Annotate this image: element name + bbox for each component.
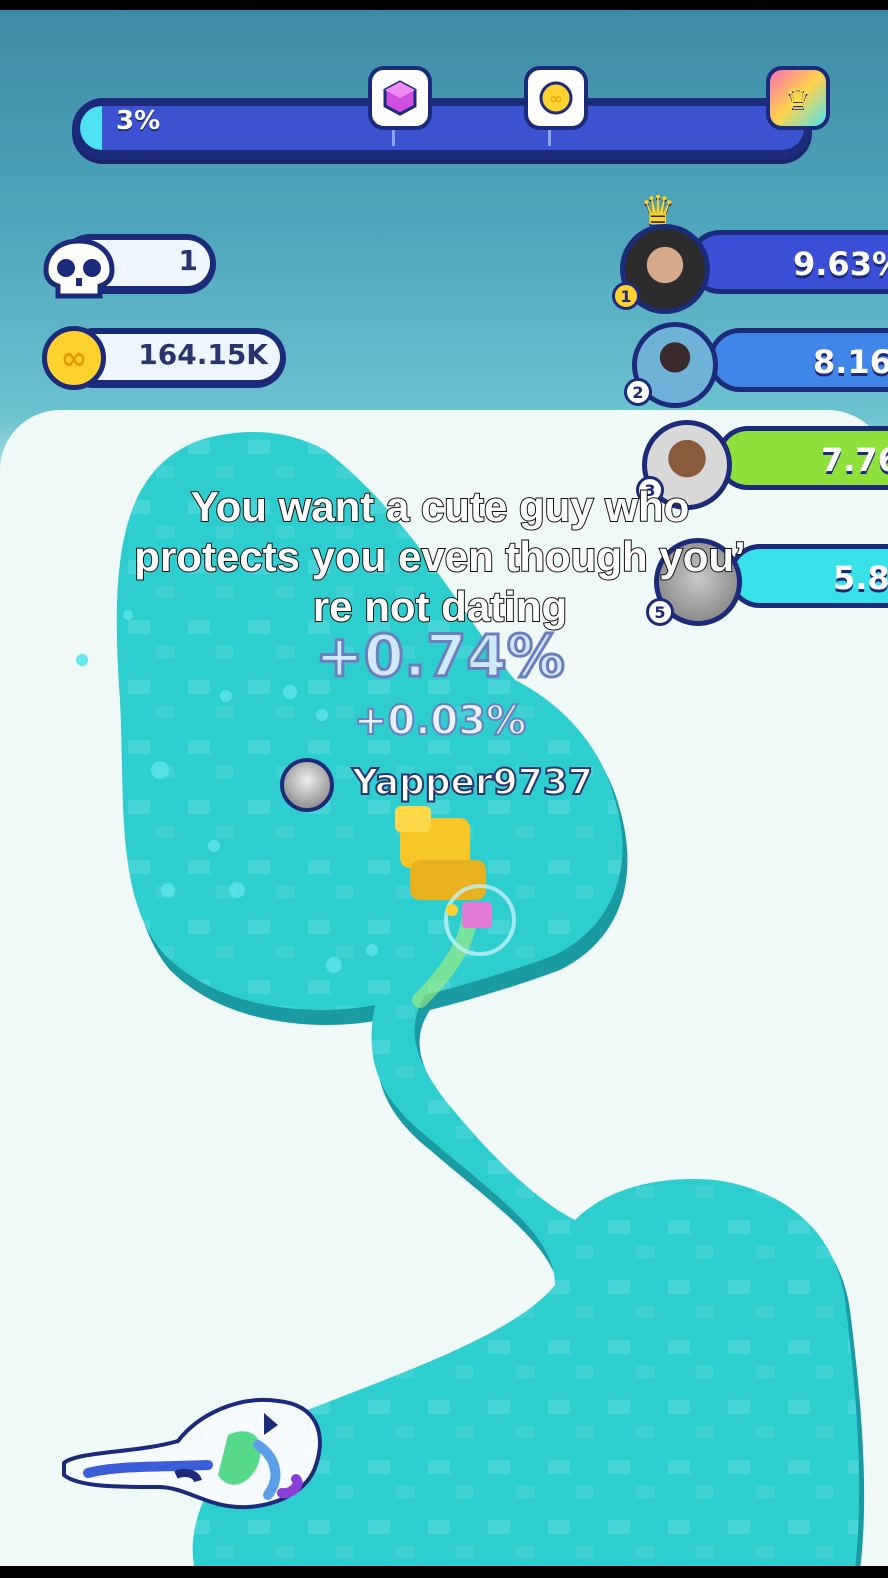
coins-value: 164.15K xyxy=(138,338,268,371)
caption-line: You want a cute guy who xyxy=(190,482,691,531)
leaderboard-percent: 7.76% xyxy=(821,441,888,479)
crown-icon: ♛ xyxy=(640,188,676,234)
player-avatar xyxy=(280,758,334,812)
skull-icon xyxy=(43,238,115,299)
rank-badge: 2 xyxy=(624,378,652,406)
coin-icon: ∞ xyxy=(524,66,588,130)
territory-gain-big: +0.74% xyxy=(314,621,567,692)
video-caption: You want a cute guy who protects you eve… xyxy=(60,482,820,632)
progress-percent: 3% xyxy=(116,106,161,136)
kills-value: 1 xyxy=(178,244,198,277)
gem-icon xyxy=(368,66,432,130)
game-screen: 3% ∞ ♛ 1 164.15K ∞ 9.63% ♛ 1 8.16% xyxy=(0,10,888,1566)
territory-progress-bar: 3% xyxy=(72,94,812,160)
leaderboard-row: 9.63% xyxy=(688,230,888,294)
progress-fill xyxy=(80,106,102,150)
territory-gain-small: +0.03% xyxy=(353,697,527,745)
rank-badge: 1 xyxy=(612,282,640,310)
leaderboard-percent: 5.86% xyxy=(833,559,888,597)
minimap xyxy=(62,1397,322,1510)
leaderboard-percent: 8.16% xyxy=(813,343,888,381)
svg-text:∞: ∞ xyxy=(549,89,562,108)
leaderboard-percent: 9.63% xyxy=(793,245,888,283)
caption-line: protects you even though you’ xyxy=(133,532,746,581)
player-name: Yapper9737 xyxy=(351,761,594,804)
coin-icon: ∞ xyxy=(42,326,106,390)
crown-icon: ♛ xyxy=(766,66,830,130)
leaderboard-row: 7.76% xyxy=(716,426,888,490)
leaderboard-row: 8.16% xyxy=(708,328,888,392)
